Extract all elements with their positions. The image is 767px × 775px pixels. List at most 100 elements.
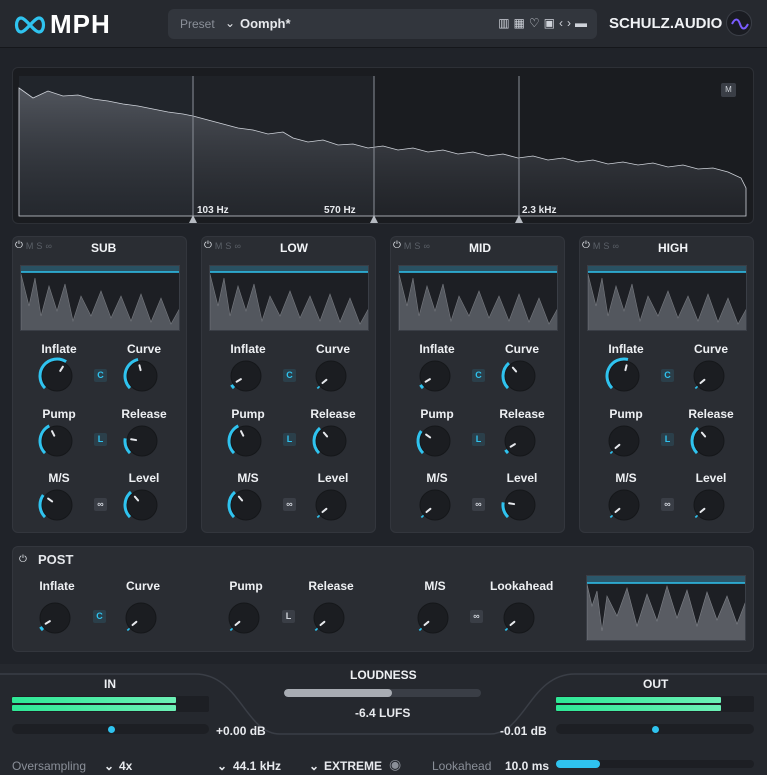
low-curve-mode-button[interactable]: C — [283, 369, 296, 382]
spectrum-analyzer[interactable] — [12, 67, 754, 224]
post-link-icon[interactable]: ∞ — [470, 610, 483, 623]
lookahead-slider[interactable] — [556, 760, 754, 768]
mute-button[interactable]: M — [404, 241, 412, 251]
post-lookahead-knob[interactable] — [499, 598, 539, 638]
out-gain-value[interactable]: -0.01 dB — [500, 724, 547, 738]
in-gain-value[interactable]: +0.00 dB — [216, 724, 266, 738]
mid-curve-knob[interactable] — [500, 356, 540, 396]
post-ms-knob[interactable] — [413, 598, 453, 638]
low-ms-knob[interactable] — [226, 485, 266, 525]
mute-button[interactable]: M — [593, 241, 601, 251]
link-icon[interactable]: ∞ — [612, 241, 618, 251]
post-inflate-knob[interactable] — [35, 598, 75, 638]
power-icon[interactable]: ⏻ — [15, 240, 23, 251]
low-level-knob[interactable] — [311, 485, 351, 525]
out-gain-handle[interactable] — [652, 725, 659, 733]
high-level-knob[interactable] — [689, 485, 729, 525]
save-b-icon[interactable]: ▦ — [514, 16, 525, 30]
prev-icon[interactable]: ‹ — [559, 16, 563, 30]
post-pump-label: Pump — [229, 579, 263, 593]
sub-ms-knob[interactable] — [37, 485, 77, 525]
out-gain-slider[interactable] — [556, 724, 754, 734]
preset-name[interactable]: Oomph* — [240, 16, 291, 31]
out-meter-bar-right — [556, 705, 721, 711]
high-inflate-knob[interactable] — [604, 356, 644, 396]
mode-value[interactable]: EXTREME — [324, 759, 382, 773]
high-ms-knob[interactable] — [604, 485, 644, 525]
low-ms-label: M/S — [237, 471, 259, 485]
link-icon[interactable]: ∞ — [423, 241, 429, 251]
high-release-knob[interactable] — [689, 421, 729, 461]
mid-pump-knob[interactable] — [415, 421, 455, 461]
mid-inflate-knob[interactable] — [415, 356, 455, 396]
mid-release-knob[interactable] — [500, 421, 540, 461]
power-icon[interactable]: ⏻ — [393, 240, 401, 251]
mid-stereo-link-icon[interactable]: ∞ — [472, 498, 485, 511]
post-curve-mode-button[interactable]: C — [93, 610, 106, 623]
high-release-mode-button[interactable]: L — [661, 433, 674, 446]
next-icon[interactable]: › — [567, 16, 571, 30]
sub-release-knob[interactable] — [122, 421, 162, 461]
in-gain-slider[interactable] — [12, 724, 209, 734]
chevron-down-icon[interactable]: ⌄ — [225, 16, 235, 30]
high-pump-knob[interactable] — [604, 421, 644, 461]
sub-pump-knob[interactable] — [37, 421, 77, 461]
oversampling-value[interactable]: 4x — [119, 759, 132, 773]
mid-ms-knob[interactable] — [415, 485, 455, 525]
low-release-knob[interactable] — [311, 421, 351, 461]
chevron-down-icon[interactable]: ⌄ — [309, 759, 319, 773]
solo-button[interactable]: S — [603, 241, 609, 251]
solo-button[interactable]: S — [225, 241, 231, 251]
folder-icon[interactable]: ▬ — [575, 16, 587, 30]
low-inflate-knob[interactable] — [226, 356, 266, 396]
mid-level-knob[interactable] — [500, 485, 540, 525]
lookahead-value[interactable]: 10.0 ms — [505, 759, 549, 773]
oversampling-label: Oversampling — [12, 759, 87, 773]
heart-icon[interactable]: ♡ — [529, 16, 540, 30]
sub-release-label: Release — [121, 407, 167, 421]
high-curve-mode-button[interactable]: C — [661, 369, 674, 382]
mid-release-mode-button[interactable]: L — [472, 433, 485, 446]
sub-curve-knob[interactable] — [122, 356, 162, 396]
band-title: SUB — [91, 241, 117, 255]
post-pump-knob[interactable] — [224, 598, 264, 638]
solo-button[interactable]: S — [414, 241, 420, 251]
mid-level-label: Level — [506, 471, 538, 485]
high-curve-knob[interactable] — [689, 356, 729, 396]
low-stereo-link-icon[interactable]: ∞ — [283, 498, 296, 511]
save-icon[interactable]: ▣ — [544, 16, 555, 30]
mid-curve-mode-button[interactable]: C — [472, 369, 485, 382]
low-pump-knob[interactable] — [226, 421, 266, 461]
save-a-icon[interactable]: ▥ — [498, 16, 509, 30]
post-release-knob[interactable] — [309, 598, 349, 638]
brand-name[interactable]: SCHULZ.AUDIO — [609, 15, 722, 32]
sub-curve-mode-button[interactable]: C — [94, 369, 107, 382]
in-gain-handle[interactable] — [108, 725, 115, 733]
post-power-icon[interactable]: ⏻ — [19, 554, 27, 565]
mute-button[interactable]: M — [26, 241, 34, 251]
link-icon[interactable]: ∞ — [234, 241, 240, 251]
loudness-fill — [284, 689, 393, 697]
solo-button[interactable]: S — [36, 241, 42, 251]
link-icon[interactable]: ∞ — [45, 241, 51, 251]
eye-icon[interactable]: ◉ — [389, 756, 401, 773]
samplerate-value[interactable]: 44.1 kHz — [233, 759, 281, 773]
preset-selector[interactable]: Preset ⌄ Oomph* ▥ ▦ ♡ ▣ ‹ › ▬ — [168, 9, 597, 39]
chevron-down-icon[interactable]: ⌄ — [217, 759, 227, 773]
high-stereo-link-icon[interactable]: ∞ — [661, 498, 674, 511]
power-icon[interactable]: ⏻ — [582, 240, 590, 251]
sub-level-knob[interactable] — [122, 485, 162, 525]
low-release-mode-button[interactable]: L — [283, 433, 296, 446]
post-curve-knob[interactable] — [121, 598, 161, 638]
brand-logo-icon[interactable] — [726, 10, 752, 36]
chevron-down-icon[interactable]: ⌄ — [104, 759, 114, 773]
monitor-button[interactable]: M — [721, 83, 736, 97]
sub-release-mode-button[interactable]: L — [94, 433, 107, 446]
sub-stereo-link-icon[interactable]: ∞ — [94, 498, 107, 511]
post-release-mode-button[interactable]: L — [282, 610, 295, 623]
footer: Oversampling ⌄ 4x ⌄ 44.1 kHz ⌄ EXTREME ◉… — [0, 753, 767, 775]
sub-inflate-knob[interactable] — [37, 356, 77, 396]
low-curve-knob[interactable] — [311, 356, 351, 396]
mute-button[interactable]: M — [215, 241, 223, 251]
power-icon[interactable]: ⏻ — [204, 240, 212, 251]
